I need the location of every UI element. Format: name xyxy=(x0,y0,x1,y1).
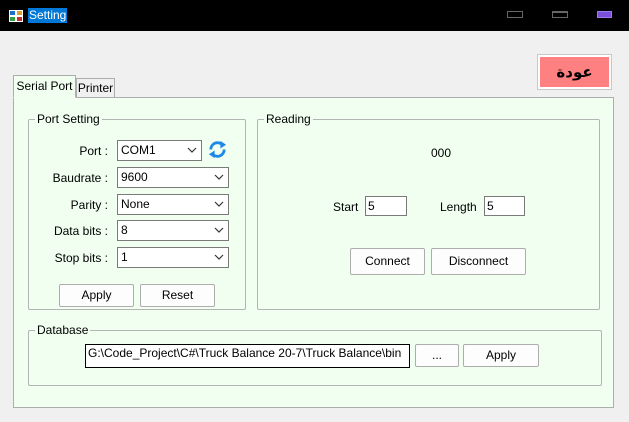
length-label: Length xyxy=(440,200,477,214)
stopbits-select[interactable]: 1 xyxy=(117,247,229,268)
tab-serial-port[interactable]: Serial Port xyxy=(13,75,76,98)
back-button[interactable]: عودة xyxy=(537,54,612,90)
start-input[interactable]: 5 xyxy=(365,196,407,216)
maximize-button[interactable] xyxy=(546,8,576,22)
parity-label: Parity : xyxy=(70,198,108,212)
start-label: Start xyxy=(333,200,359,214)
minimize-button[interactable] xyxy=(501,8,531,22)
parity-select[interactable]: None xyxy=(117,194,229,215)
databits-select[interactable]: 8 xyxy=(117,220,229,241)
connect-button[interactable]: Connect xyxy=(350,248,425,275)
title-bar: Setting xyxy=(0,0,629,31)
reading-legend: Reading xyxy=(264,112,313,126)
close-button[interactable] xyxy=(590,8,620,22)
port-value: COM1 xyxy=(121,143,156,157)
port-label: Port : xyxy=(79,144,108,158)
disconnect-button[interactable]: Disconnect xyxy=(431,248,526,275)
database-legend: Database xyxy=(35,323,91,337)
reading-value: 000 xyxy=(431,146,452,160)
baudrate-value: 9600 xyxy=(121,170,148,184)
port-apply-button[interactable]: Apply xyxy=(59,284,134,307)
port-select[interactable]: COM1 xyxy=(117,140,202,161)
close-icon xyxy=(597,11,612,18)
stopbits-value: 1 xyxy=(121,250,128,264)
chevron-down-icon xyxy=(214,201,224,207)
databits-label: Data bits : xyxy=(53,224,108,238)
chevron-down-icon xyxy=(214,254,224,260)
parity-value: None xyxy=(121,197,150,211)
length-input[interactable]: 5 xyxy=(484,196,525,216)
port-reset-button[interactable]: Reset xyxy=(140,284,215,307)
app-icon xyxy=(9,10,23,22)
reading-group: Reading xyxy=(257,112,600,310)
minimize-icon xyxy=(507,11,523,18)
database-path-text: G:\Code_Project\C#\Truck Balance 20-7\Tr… xyxy=(88,346,402,360)
database-apply-button[interactable]: Apply xyxy=(463,344,539,367)
port-setting-legend: Port Setting xyxy=(35,112,102,126)
chevron-down-icon xyxy=(214,227,224,233)
baudrate-select[interactable]: 9600 xyxy=(117,167,229,188)
refresh-icon[interactable] xyxy=(207,139,228,160)
baudrate-label: Baudrate : xyxy=(52,171,108,185)
chevron-down-icon xyxy=(214,174,224,180)
database-path-field[interactable]: G:\Code_Project\C#\Truck Balance 20-7\Tr… xyxy=(85,344,410,368)
maximize-icon xyxy=(552,11,568,18)
chevron-down-icon xyxy=(187,147,197,153)
stopbits-label: Stop bits : xyxy=(54,251,108,265)
window-title: Setting xyxy=(28,8,68,23)
browse-button[interactable]: ... xyxy=(415,344,459,367)
databits-value: 8 xyxy=(121,223,128,237)
tab-printer[interactable]: Printer xyxy=(76,78,115,97)
